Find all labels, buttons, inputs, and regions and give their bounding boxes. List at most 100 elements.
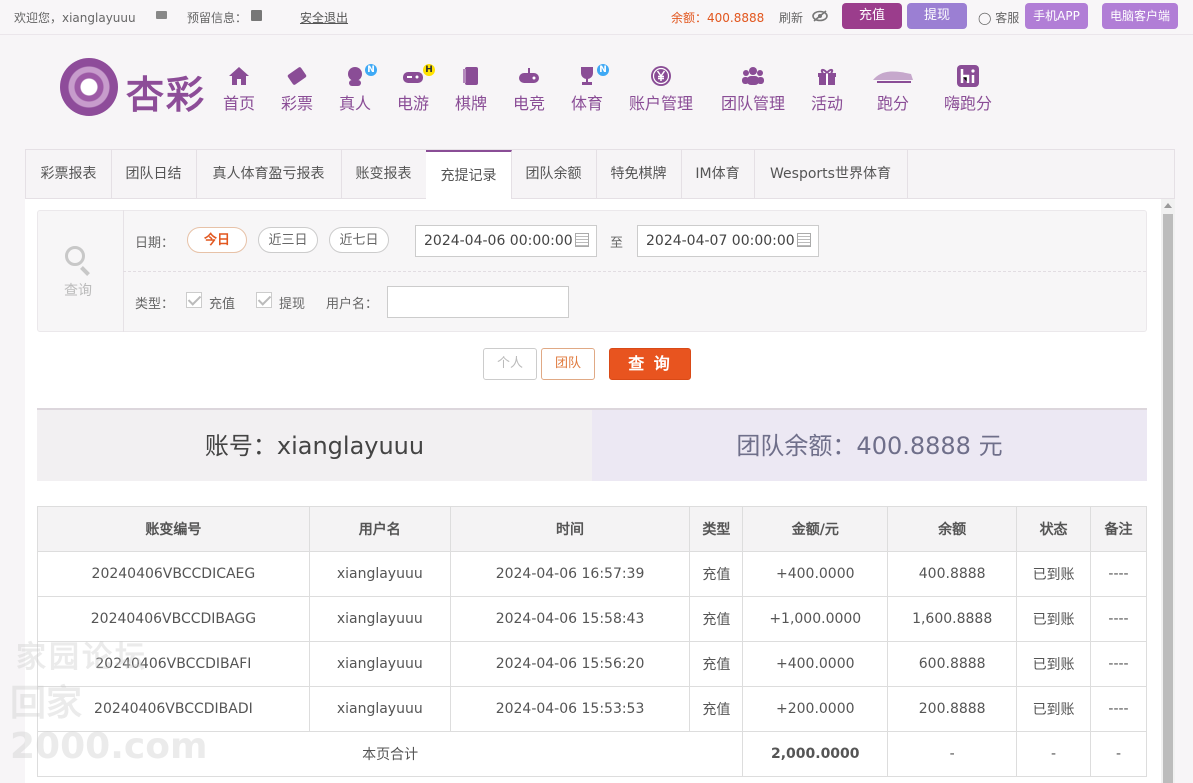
record-balance: 600.8888: [887, 641, 1018, 687]
record-id: 20240406VBCCDICAEG: [37, 551, 310, 597]
scrollbar-thumb[interactable]: [1163, 214, 1173, 783]
table-header-row: 账变编号 用户名 时间 类型 金额/元 余额 状态 备注: [37, 506, 1147, 552]
nav-home[interactable]: 首页: [218, 62, 260, 113]
hide-balance-eye-icon[interactable]: [812, 10, 828, 22]
record-status: 已到账: [1016, 686, 1092, 732]
query-side-label: 查询: [64, 283, 92, 299]
tab-live-sports-pnl[interactable]: 真人体育盈亏报表: [196, 150, 342, 199]
column-header: 状态: [1016, 506, 1092, 552]
home-icon: [229, 67, 249, 85]
recharge-checkbox[interactable]: [186, 292, 202, 308]
nav-team-management[interactable]: 团队管理: [718, 62, 788, 113]
record-status: 已到账: [1016, 551, 1092, 597]
nav-label: 彩票: [280, 94, 314, 113]
nav-slots[interactable]: H 电游: [392, 62, 435, 113]
gamepad-icon: [403, 72, 423, 83]
query-button[interactable]: 查 询: [609, 348, 691, 380]
record-time: 2024-04-06 15:56:20: [449, 641, 691, 687]
range-7days-button[interactable]: 近七日: [329, 227, 389, 253]
mobile-app-button[interactable]: 手机APP: [1025, 3, 1088, 29]
refresh-link[interactable]: 刷新: [779, 9, 803, 26]
nav-live[interactable]: N 真人: [334, 62, 377, 113]
record-amount: +1,000.0000: [742, 596, 889, 642]
nav-account-management[interactable]: 账户管理: [626, 62, 696, 113]
team-icon: [742, 67, 764, 85]
hi-icon: [957, 65, 979, 87]
nav-run-score[interactable]: 跑分: [866, 62, 920, 113]
page-total-balance: -: [887, 731, 1018, 777]
tab-deposit-withdraw-records[interactable]: 充提记录: [426, 150, 512, 202]
tab-lottery-report[interactable]: 彩票报表: [26, 150, 112, 199]
nav-lottery[interactable]: 彩票: [276, 62, 318, 113]
balance-text: 余额：400.8888: [671, 11, 765, 25]
cards-icon: [463, 67, 478, 85]
calendar-icon[interactable]: [797, 233, 811, 247]
withdraw-checkbox[interactable]: [256, 292, 272, 308]
recharge-button[interactable]: 充值: [842, 3, 902, 29]
nav-label: 首页: [222, 94, 256, 113]
filter-divider: [123, 271, 1146, 272]
edit-icon[interactable]: [251, 10, 262, 21]
nav-label: 账户管理: [628, 94, 694, 113]
tab-im-sports[interactable]: IM体育: [681, 150, 755, 199]
record-type: 充值: [689, 686, 744, 732]
nav-hi-run-score[interactable]: 嗨跑分: [940, 62, 996, 113]
record-note: ----: [1090, 686, 1147, 732]
column-header: 时间: [449, 506, 691, 552]
start-date-input[interactable]: 2024-04-06 00:00:00: [415, 225, 597, 257]
record-amount: +200.0000: [742, 686, 889, 732]
tab-account-changes[interactable]: 账变报表: [341, 150, 427, 199]
withdraw-button[interactable]: 提现: [907, 3, 967, 29]
nav-promotions[interactable]: 活动: [806, 62, 848, 113]
hot-badge: H: [423, 64, 435, 76]
report-tabs: 彩票报表 团队日结 真人体育盈亏报表 账变报表 充提记录 团队余额 特免棋牌 I…: [25, 149, 1175, 202]
table-row: 20240406VBCCDIBADI xianglayuuu 2024-04-0…: [37, 686, 1147, 732]
personal-button[interactable]: 个人: [483, 348, 537, 380]
calendar-icon[interactable]: [575, 233, 589, 247]
nav-esports[interactable]: 电竞: [508, 62, 550, 113]
nav-label: 真人: [338, 94, 372, 113]
range-today-button[interactable]: 今日: [187, 227, 247, 253]
site-logo[interactable]: 杏彩: [60, 56, 210, 118]
record-type: 充值: [689, 551, 744, 597]
nav-label: 嗨跑分: [943, 94, 993, 113]
nav-label: 体育: [570, 94, 604, 113]
column-header: 账变编号: [37, 506, 310, 552]
end-date-input[interactable]: 2024-04-07 00:00:00: [637, 225, 819, 257]
logout-link[interactable]: 安全退出: [300, 9, 348, 26]
column-header: 余额: [887, 506, 1018, 552]
range-3days-button[interactable]: 近三日: [258, 227, 318, 253]
tab-team-balance[interactable]: 团队余额: [511, 150, 597, 199]
tab-team-daily[interactable]: 团队日结: [111, 150, 197, 199]
query-side: [37, 210, 124, 332]
nav-label: 电竞: [512, 94, 546, 113]
table-row: 20240406VBCCDIBAGG xianglayuuu 2024-04-0…: [37, 596, 1147, 642]
record-amount: +400.0000: [742, 551, 889, 597]
record-time: 2024-04-06 15:53:53: [449, 686, 691, 732]
username-input[interactable]: [387, 286, 569, 318]
mail-icon[interactable]: [156, 11, 167, 19]
scroll-up-arrow-icon[interactable]: [1164, 203, 1172, 208]
top-bar: 欢迎您，xianglayuuu 预留信息： 安全退出 余额：400.8888 刷…: [0, 0, 1193, 35]
reserved-info-label: 预留信息：: [187, 11, 248, 25]
record-id: 20240406VBCCDIBAGG: [37, 596, 310, 642]
records-table: 账变编号 用户名 时间 类型 金额/元 余额 状态 备注 20240406VBC…: [36, 506, 1147, 777]
brand-name: 杏彩: [126, 72, 207, 117]
customer-service-link[interactable]: ◯ 客服: [978, 9, 1019, 26]
page-total-label: 本页合计: [36, 731, 744, 777]
tab-chess[interactable]: 特免棋牌: [596, 150, 682, 199]
customer-service-label: 客服: [995, 11, 1020, 25]
record-balance: 200.8888: [887, 686, 1018, 732]
tab-wesports[interactable]: Wesports世界体育: [754, 150, 908, 199]
page-total-note: -: [1090, 731, 1147, 777]
pc-client-button[interactable]: 电脑客户端: [1102, 3, 1178, 29]
team-button[interactable]: 团队: [541, 348, 595, 380]
record-balance: 1,600.8888: [887, 596, 1018, 642]
withdraw-checkbox-label: 提现: [279, 297, 306, 312]
record-status: 已到账: [1016, 596, 1092, 642]
record-id: 20240406VBCCDIBAFI: [37, 641, 310, 687]
record-time: 2024-04-06 16:57:39: [449, 551, 691, 597]
account-summary: 账号：xianglayuuu: [37, 408, 592, 481]
nav-chess[interactable]: 棋牌: [450, 62, 492, 113]
nav-sports[interactable]: N 体育: [566, 62, 609, 113]
